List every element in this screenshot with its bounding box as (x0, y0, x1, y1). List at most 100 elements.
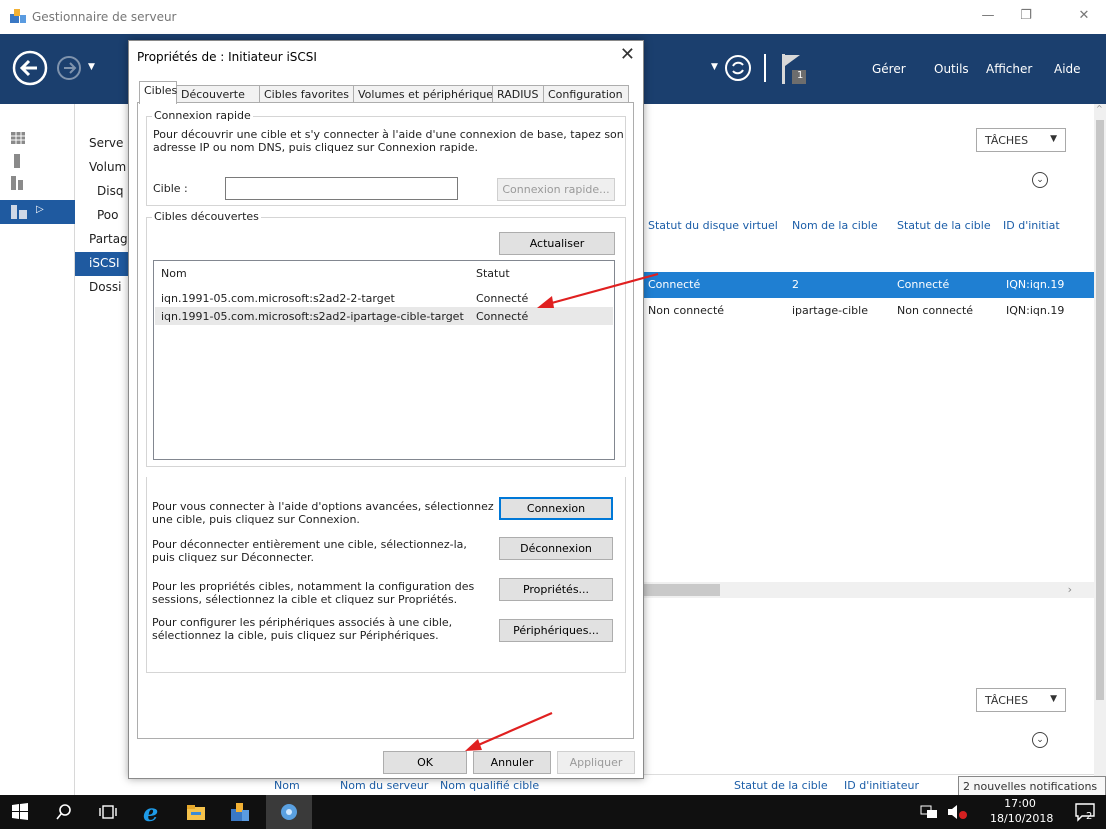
forward-button[interactable] (56, 55, 82, 81)
notifications-count: 1 (797, 70, 804, 81)
action-center-icon[interactable] (1074, 802, 1096, 822)
dialog-title: Propriétés de : Initiateur iSCSI (137, 50, 317, 64)
actions-group (146, 477, 626, 673)
cell-initiator-id: IQN:iqn.19 (1006, 304, 1065, 317)
back-button[interactable] (12, 50, 48, 86)
cell-disk-status: Connecté (648, 278, 701, 291)
iscsi-initiator-dialog: Propriétés de : Initiateur iSCSI ✕ Cible… (128, 40, 644, 779)
chevron-down-icon: ▼ (1050, 694, 1057, 704)
server-manager-icon (10, 9, 26, 23)
target-input[interactable] (225, 177, 458, 200)
target-label: Cible : (153, 182, 188, 195)
list-item[interactable]: iqn.1991-05.com.microsoft:s2ad2-2-target… (155, 289, 613, 307)
discovered-targets-group: Cibles découvertes Actualiser Nom Statut… (146, 210, 626, 467)
tab-configuration[interactable]: Configuration (543, 85, 629, 103)
list-col-name[interactable]: Nom (161, 267, 187, 280)
toolbar-divider (764, 54, 766, 82)
list-item[interactable]: iqn.1991-05.com.microsoft:s2ad2-ipartage… (155, 307, 613, 325)
scroll-right-icon[interactable]: › (1068, 583, 1072, 596)
col-name[interactable]: Nom (274, 779, 300, 792)
file-explorer-icon[interactable] (184, 800, 208, 824)
col-target-status[interactable]: Statut de la cible (897, 219, 991, 232)
tasks-label: TÂCHES (985, 694, 1029, 707)
col-initiator-id[interactable]: ID d'initiateur (844, 779, 919, 792)
cancel-button[interactable]: Annuler (473, 751, 551, 774)
menu-aide[interactable]: Aide (1054, 62, 1081, 76)
tab-discovery[interactable]: Découverte (176, 85, 260, 103)
cell-initiator-id: IQN:iqn.19 (1006, 278, 1065, 291)
tab-radius[interactable]: RADIUS (492, 85, 544, 103)
col-target-status[interactable]: Statut de la cible (734, 779, 828, 792)
col-qualified-target-name[interactable]: Nom qualifié cible (440, 779, 539, 792)
cell-target-status: Connecté (897, 278, 950, 291)
table-row[interactable]: Connecté 2 Connecté IQN:iqn.19 (640, 272, 1094, 298)
dashboard-icon[interactable] (11, 132, 25, 144)
minimize-button[interactable]: — (978, 8, 998, 24)
iscsi-initiator-icon (281, 804, 297, 820)
dialog-close-icon[interactable]: ✕ (620, 44, 635, 65)
tab-favorite-targets[interactable]: Cibles favorites (259, 85, 354, 103)
collapse-toggle-icon[interactable]: ⌄ (1032, 732, 1048, 748)
local-server-icon[interactable] (12, 154, 22, 168)
history-dropdown-icon[interactable]: ▼ (88, 62, 95, 72)
quick-connect-desc-1: Pour découvrir une cible et s'y connecte… (153, 128, 624, 141)
scroll-up-icon[interactable]: ^ (1096, 104, 1103, 113)
window-titlebar: Gestionnaire de serveur — ❐ ✕ (0, 0, 1106, 34)
volume-muted-icon[interactable] (946, 804, 968, 820)
expand-arrow-icon: ▷ (36, 204, 44, 215)
quick-connect-legend: Connexion rapide (152, 109, 253, 122)
svg-text:e: e (143, 800, 158, 824)
restore-button[interactable]: ❐ (1016, 8, 1036, 24)
active-app-highlight[interactable] (266, 795, 312, 829)
notifications-flag-icon[interactable] (780, 52, 810, 86)
file-services-nav[interactable]: ▷ (0, 200, 75, 224)
col-target-name[interactable]: Nom de la cible (792, 219, 878, 232)
target-name: iqn.1991-05.com.microsoft:s2ad2-2-target (161, 292, 395, 305)
menu-outils[interactable]: Outils (934, 62, 969, 76)
tab-targets[interactable]: Cibles (139, 81, 177, 104)
cell-target-name: 2 (792, 278, 799, 291)
window-title: Gestionnaire de serveur (32, 10, 177, 24)
all-servers-icon[interactable] (11, 176, 25, 190)
windows-start-icon[interactable] (8, 800, 32, 824)
quick-connect-button[interactable]: Connexion rapide... (497, 178, 615, 201)
apply-button[interactable]: Appliquer (557, 751, 635, 774)
clock-date: 18/10/2018 (990, 812, 1054, 825)
server-manager-taskbar-icon[interactable] (228, 800, 252, 824)
tasks-button-top[interactable]: TÂCHES ▼ (976, 128, 1066, 152)
iscsi-grid-header: Statut du disque virtuel Nom de la cible… (640, 212, 1094, 238)
vertical-scrollbar[interactable]: ^ (1094, 104, 1106, 795)
tray-clock[interactable]: 17:00 18/10/2018 (990, 796, 1054, 826)
refresh-icon[interactable] (724, 54, 752, 82)
action-center-count: 2 (1086, 811, 1093, 822)
refresh-dropdown-icon[interactable]: ▼ (711, 62, 718, 72)
task-view-icon[interactable] (96, 800, 120, 824)
search-icon[interactable] (52, 800, 76, 824)
scroll-thumb[interactable] (1096, 120, 1104, 700)
chevron-down-icon: ▼ (1050, 134, 1057, 144)
refresh-button[interactable]: Actualiser (499, 232, 615, 255)
quick-connect-group: Connexion rapide Pour découvrir une cibl… (146, 109, 626, 206)
col-initiator-id[interactable]: ID d'initiat (1003, 219, 1060, 232)
scroll-thumb[interactable] (640, 584, 720, 596)
list-col-status[interactable]: Statut (476, 267, 510, 280)
target-status: Connecté (476, 310, 529, 323)
horizontal-scrollbar[interactable]: › (640, 582, 1094, 598)
cell-target-status: Non connecté (897, 304, 974, 317)
col-server-name[interactable]: Nom du serveur (340, 779, 428, 792)
ok-button[interactable]: OK (383, 751, 467, 774)
menu-afficher[interactable]: Afficher (986, 62, 1032, 76)
col-virtual-disk-status[interactable]: Statut du disque virtuel (648, 219, 778, 232)
clock-time: 17:00 (1004, 797, 1036, 810)
tab-volumes-devices[interactable]: Volumes et périphériques (353, 85, 499, 103)
menu-gerer[interactable]: Gérer (872, 62, 906, 76)
network-tray-icon[interactable] (920, 805, 938, 819)
table-row[interactable]: Non connecté ipartage-cible Non connecté… (640, 298, 1094, 324)
discovered-targets-list[interactable]: Nom Statut iqn.1991-05.com.microsoft:s2a… (153, 260, 615, 460)
close-window-button[interactable]: ✕ (1074, 8, 1094, 24)
notification-tooltip[interactable]: 2 nouvelles notifications (958, 776, 1106, 796)
discovered-targets-legend: Cibles découvertes (152, 210, 261, 223)
tasks-button-bottom[interactable]: TÂCHES ▼ (976, 688, 1066, 712)
collapse-toggle-icon[interactable]: ⌄ (1032, 172, 1048, 188)
internet-explorer-icon[interactable]: e (140, 800, 164, 824)
